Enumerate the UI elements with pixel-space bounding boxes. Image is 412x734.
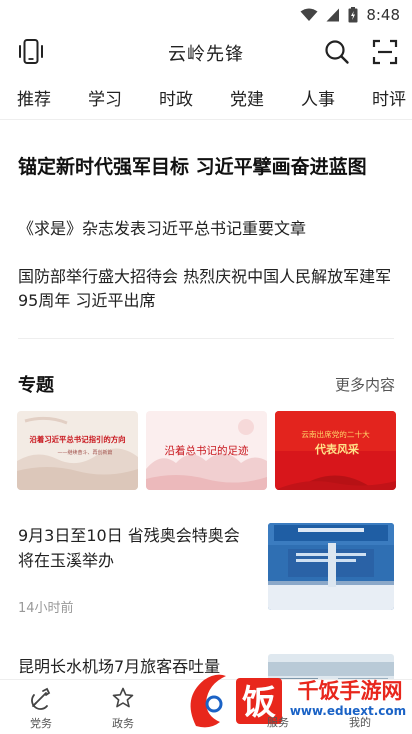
nav-label: 政务 (112, 717, 134, 730)
tab-personnel[interactable]: 人事 (301, 85, 335, 110)
search-icon[interactable] (324, 39, 350, 69)
divider (18, 338, 394, 339)
watermark-cut-label: 服务 (267, 716, 289, 729)
app-title: 云岭先锋 (168, 44, 244, 65)
clock: 8:48 (366, 6, 400, 24)
watermark-logo: 饭 千饭手游网 www.eduext.com 服务 我的 (190, 674, 406, 729)
watermark-url: www.eduext.com (290, 704, 406, 718)
headline-item[interactable]: 国防部举行盛大招待会 热烈庆祝中国人民解放军建军95周年 习近平出席 (18, 265, 394, 313)
banner-text: 代表风采 (314, 442, 360, 456)
phone-vibrate-icon[interactable] (16, 38, 46, 70)
category-tabs: 推荐 学习 时政 党建 人事 时评 (0, 76, 412, 120)
tab-recommend[interactable]: 推荐 (17, 85, 51, 110)
app-bar: 云岭先锋 (0, 30, 412, 76)
watermark-cut-label: 我的 (349, 715, 371, 729)
tab-commentary[interactable]: 时评 (372, 85, 406, 110)
wifi-icon (300, 8, 318, 22)
scan-icon[interactable] (372, 39, 398, 69)
tab-study[interactable]: 学习 (88, 85, 122, 110)
nav-label: 党务 (30, 717, 52, 730)
party-emblem-icon (29, 686, 53, 713)
banner-text: 沿着习近平总书记指引的方向 (29, 435, 125, 444)
news-title: 9月3日至10日 省残奥会特奥会将在玉溪举办 (18, 526, 240, 570)
banner-text: 沿着总书记的足迹 (165, 444, 249, 457)
headline-item[interactable]: 《求是》杂志发表习近平总书记重要文章 (18, 217, 394, 241)
banner-text: 云南出席党的二十大 (301, 429, 370, 439)
nav-government-affairs[interactable]: 政务 (82, 680, 164, 734)
topic-banners: 沿着习近平总书记指引的方向 ——继续奋斗、再创新篇 沿着总书记的足迹 云南出席党… (0, 411, 412, 490)
nav-party-affairs[interactable]: 党务 (0, 680, 82, 734)
topic-banner[interactable]: 沿着习近平总书记指引的方向 ——继续奋斗、再创新篇 (17, 411, 138, 490)
status-bar: 8:48 (0, 0, 412, 30)
news-feed: 锚定新时代强军目标 习近平擘画奋进蓝图 《求是》杂志发表习近平总书记重要文章 国… (0, 121, 412, 679)
topics-more-link[interactable]: 更多内容 (335, 374, 395, 395)
tab-politics[interactable]: 时政 (159, 85, 193, 110)
headline-main[interactable]: 锚定新时代强军目标 习近平擘画奋进蓝图 (18, 155, 394, 179)
banner-subtext: ——继续奋斗、再创新篇 (57, 449, 112, 456)
battery-icon (348, 7, 358, 23)
news-thumbnail (268, 523, 394, 610)
star-icon (111, 686, 135, 713)
topics-title: 专题 (18, 375, 54, 396)
topic-banner[interactable]: 云南出席党的二十大 代表风采 (275, 411, 396, 490)
tab-party-building[interactable]: 党建 (230, 85, 264, 110)
topic-banner[interactable]: 沿着总书记的足迹 (146, 411, 267, 490)
news-time: 14小时前 (18, 601, 74, 616)
signal-icon (326, 8, 340, 22)
watermark-name: 千饭手游网 (298, 679, 403, 703)
news-item[interactable]: 9月3日至10日 省残奥会特奥会将在玉溪举办 14小时前 (0, 523, 412, 616)
